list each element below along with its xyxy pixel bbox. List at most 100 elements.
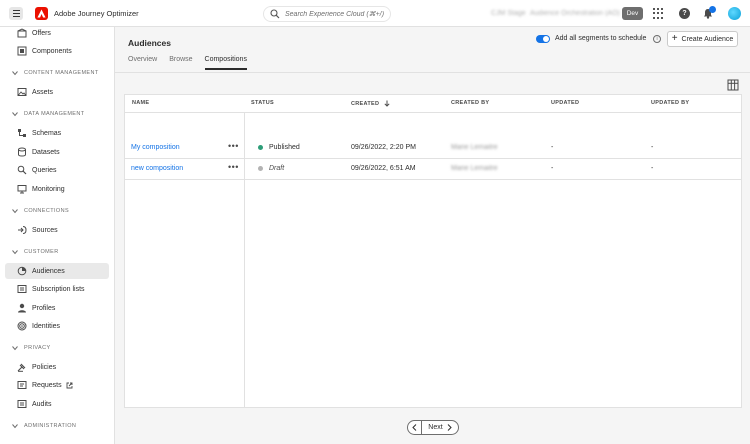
column-header-updated-by[interactable]: UPDATED BY [651,100,689,106]
section-connections[interactable]: CONNECTIONS [12,208,69,214]
tab-browse[interactable]: Browse [169,56,192,70]
tab-bar: Overview Browse Compositions [128,56,247,70]
composition-name-link[interactable]: new composition [131,165,183,172]
sidebar-item-identities[interactable]: Identities [5,318,109,334]
sidebar-item-label: Components [32,47,72,55]
updated-by: - [651,144,654,151]
sidebar-item-datasets[interactable]: Datasets [5,144,109,160]
env-badge[interactable]: Dev [622,7,643,20]
search-bar[interactable] [263,6,391,22]
schedule-toggle[interactable] [536,35,550,43]
monitoring-icon [17,184,27,194]
components-icon [17,46,27,56]
sidebar: Offers Components CONTENT MANAGEMENT Ass… [0,27,115,444]
sidebar-item-requests[interactable]: Requests [5,377,109,393]
sidebar-item-label: Policies [32,363,57,371]
section-administration[interactable]: ADMINISTRATION [12,423,76,429]
column-header-created[interactable]: CREATED [351,100,390,107]
chevron-down-icon [12,250,18,255]
section-content-management[interactable]: CONTENT MANAGEMENT [12,70,99,76]
chevron-down-icon [12,112,18,117]
sidebar-item-label: Queries [32,166,57,174]
chevron-down-icon [12,71,18,76]
sort-descending-icon [384,100,390,107]
next-page-button[interactable]: Next [422,424,458,431]
sidebar-item-label: Monitoring [32,185,65,193]
sidebar-item-audits[interactable]: Audits [5,396,109,412]
adobe-logo[interactable] [35,7,48,20]
sidebar-item-monitoring[interactable]: Monitoring [5,181,109,197]
create-audience-button[interactable]: + Create Audience [667,31,738,47]
sidebar-item-label: Requests [32,381,62,389]
apps-icon[interactable] [653,8,664,19]
sidebar-item-label: Subscription lists [32,285,85,293]
audits-icon [17,399,27,409]
created-by: Marie Lemaitre [451,144,498,151]
column-header-updated[interactable]: UPDATED [551,100,579,106]
identities-icon [17,321,27,331]
section-customer[interactable]: CUSTOMER [12,249,59,255]
sidebar-item-queries[interactable]: Queries [5,162,109,178]
composition-name-link[interactable]: My composition [131,144,180,151]
divider [125,112,741,113]
policies-icon [17,362,27,372]
offers-icon [17,28,27,38]
sidebar-item-label: Audiences [32,267,65,275]
updated-date: - [551,165,554,172]
table-row[interactable]: new composition ••• Draft 09/26/2022, 6:… [125,159,741,180]
section-data-management[interactable]: DATA MANAGEMENT [12,111,85,117]
sidebar-item-label: Schemas [32,129,62,137]
sidebar-item-policies[interactable]: Policies [5,359,109,375]
column-header-name[interactable]: NAME [132,100,149,106]
tab-compositions[interactable]: Compositions [204,56,247,70]
sidebar-item-schemas[interactable]: Schemas [5,125,109,141]
avatar[interactable] [728,7,741,20]
app-title[interactable]: Adobe Journey Optimizer [54,9,139,18]
status-dot [258,166,263,171]
column-settings-icon[interactable] [727,79,739,91]
sidebar-item-label: Profiles [32,304,56,312]
sidebar-item-offers[interactable]: Offers [5,27,109,41]
schemas-icon [17,128,27,138]
table-row[interactable]: My composition ••• Published 09/26/2022,… [125,138,741,159]
datasets-icon [17,147,27,157]
sources-icon [17,225,27,235]
more-actions-button[interactable]: ••• [228,141,239,151]
queries-icon [17,165,27,175]
updated-by: - [651,165,654,172]
top-bar: Adobe Journey Optimizer CJM Stage Audien… [0,0,750,27]
section-privacy[interactable]: PRIVACY [12,345,51,351]
divider [115,72,750,73]
main-content: Audiences Add all segments to schedule i… [115,27,750,444]
sidebar-item-components[interactable]: Components [5,43,109,59]
sidebar-item-label: Assets [32,88,54,96]
tab-overview[interactable]: Overview [128,56,157,70]
assets-icon [17,87,27,97]
menu-icon[interactable] [9,7,23,20]
sidebar-item-audiences[interactable]: Audiences [5,263,109,279]
org-name[interactable]: CJM Stage [491,10,526,17]
search-input[interactable] [285,10,385,18]
more-actions-button[interactable]: ••• [228,162,239,172]
sidebar-item-assets[interactable]: Assets [5,84,109,100]
column-header-created-by[interactable]: CREATED BY [451,100,489,106]
requests-icon [17,380,27,390]
info-icon[interactable]: i [653,35,661,43]
status-dot [258,145,263,150]
updated-date: - [551,144,554,151]
previous-page-button[interactable] [408,421,422,434]
sidebar-item-label: Datasets [32,148,60,156]
subscription-lists-icon [17,284,27,294]
chevron-down-icon [12,424,18,429]
help-icon[interactable]: ? [679,8,690,19]
compositions-table: NAME STATUS CREATED CREATED BY UPDATED U… [124,94,742,408]
status-badge: Published [258,144,300,151]
audiences-icon [17,266,27,276]
sidebar-item-sources[interactable]: Sources [5,222,109,238]
sidebar-item-subscription-lists[interactable]: Subscription lists [5,281,109,297]
status-badge: Draft [258,165,284,172]
sandbox-name[interactable]: Audience Orchestration (AO) [530,10,620,17]
profiles-icon [17,303,27,313]
sidebar-item-profiles[interactable]: Profiles [5,300,109,316]
column-header-status[interactable]: STATUS [251,100,274,106]
